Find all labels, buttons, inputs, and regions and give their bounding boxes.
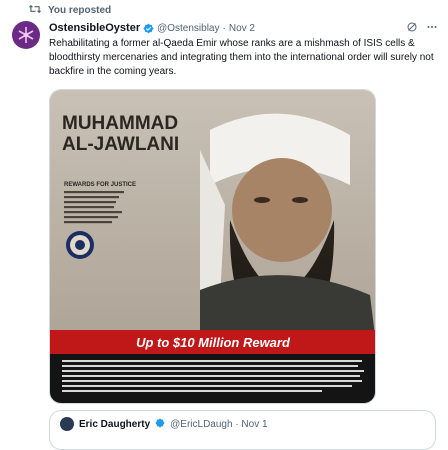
repost-indicator: You reposted	[28, 3, 111, 17]
timestamp[interactable]: Nov 2	[229, 23, 255, 34]
tweet-header: OstensibleOyster @Ostensiblay · Nov 2	[49, 21, 438, 35]
poster-rewards-title: REWARDS FOR JUSTICE	[64, 182, 136, 188]
quoted-tweet[interactable]: Eric Daugherty @EricLDaugh · Nov 1	[49, 410, 436, 450]
avatar[interactable]	[12, 21, 40, 49]
separator: ·	[222, 22, 226, 34]
handle[interactable]: @Ostensiblay	[157, 23, 219, 34]
avatar-logo-icon	[18, 27, 34, 43]
quoted-verified-icon	[155, 417, 165, 431]
tweet-text: Rehabilitating a former al-Qaeda Emir wh…	[49, 38, 434, 77]
verified-icon	[143, 22, 154, 34]
grok-icon[interactable]	[406, 21, 418, 36]
repost-label: You reposted	[48, 4, 112, 16]
quoted-tweet-header: Eric Daugherty @EricLDaugh · Nov 1	[60, 417, 268, 431]
repost-icon	[28, 3, 42, 18]
poster-reward-banner: Up to $10 Million Reward	[136, 335, 291, 350]
quoted-avatar	[60, 417, 74, 431]
display-name[interactable]: OstensibleOyster	[49, 22, 140, 34]
more-options-icon[interactable]	[426, 21, 438, 36]
poster-name-line2: AL-JAWLANI	[62, 134, 179, 155]
poster-name-line1: MUHAMMAD	[62, 113, 178, 134]
wanted-poster-image: MUHAMMAD AL-JAWLANI REWARDS FOR JUSTICE …	[50, 90, 375, 403]
tweet-image[interactable]: MUHAMMAD AL-JAWLANI REWARDS FOR JUSTICE …	[49, 89, 376, 404]
